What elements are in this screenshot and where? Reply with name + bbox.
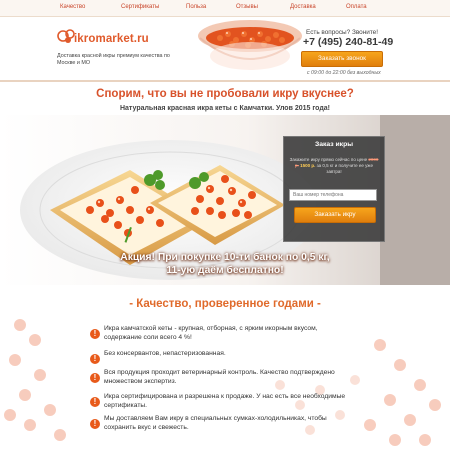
promo-line-1: Акция! При покупке 10-ти банок по 0,5 кг… <box>120 252 330 263</box>
exclamation-icon: ! <box>90 419 100 429</box>
feature-text: Мы доставляем Вам икру в специальных сум… <box>104 415 327 431</box>
logo-text[interactable]: ikromarket.ru <box>74 33 149 45</box>
phone-number[interactable]: +7 (495) 240-81-49 <box>303 36 393 48</box>
promo-line-2: 11-ую даём бесплатно! <box>166 265 284 276</box>
hero-headline: Спорим, что вы не пробовали икру вкуснее… <box>96 88 354 100</box>
desc-part1: Закажите икру прямо сейчас по цене <box>289 157 369 162</box>
nav-item-reviews[interactable]: Отзывы <box>236 4 258 10</box>
exclamation-icon: ! <box>90 354 100 364</box>
desc-part2: за 0,5 кг и получите ее уже завтра! <box>315 163 373 175</box>
nav-item-certificates[interactable]: Сертификаты <box>121 4 159 10</box>
contact-question: Есть вопросы? Звоните! <box>306 29 379 36</box>
hero-subheadline: Натуральная красная икра кеты с Камчатки… <box>119 105 331 112</box>
tagline: Доставка красной икры премиум качества п… <box>57 53 170 66</box>
order-call-button[interactable]: Заказать звонок <box>301 51 383 67</box>
feature-text: Без консервантов, непастеризованная. <box>104 350 226 357</box>
exclamation-icon: ! <box>90 329 100 339</box>
order-form-title: Заказ икры <box>314 141 354 148</box>
feature-item: ! Вся продукция проходит ветеринарный ко… <box>0 369 450 395</box>
feature-item: ! Мы доставляем Вам икру в специальных с… <box>0 415 450 441</box>
order-form: Заказ икры Закажите икру прямо сейчас по… <box>283 136 385 242</box>
exclamation-icon: ! <box>90 397 100 407</box>
nav-item-payment[interactable]: Оплата <box>346 4 367 10</box>
nav-item-quality[interactable]: Качество <box>60 4 85 10</box>
order-form-description: Закажите икру прямо сейчас по цене 2000 … <box>288 157 380 176</box>
nav-item-delivery[interactable]: Доставка <box>290 4 316 10</box>
exclamation-icon: ! <box>90 373 100 383</box>
header-divider <box>0 80 450 82</box>
top-nav: Качество Сертификаты Польза Отзывы Доста… <box>0 0 450 17</box>
promo-banner: Акция! При покупке 10-ти банок по 0,5 кг… <box>0 251 450 277</box>
phone-input[interactable] <box>289 189 377 201</box>
working-hours: с 09:00 до 22:00 без выходных <box>307 70 381 76</box>
nav-item-benefit[interactable]: Польза <box>186 4 206 10</box>
feature-text: Вся продукция проходит ветеринарный конт… <box>104 369 335 385</box>
new-price: 1500 р. <box>300 163 316 169</box>
feature-text: Икра сертифицирована и разрешена к прода… <box>104 393 346 409</box>
quality-title: - Качество, проверенное годами - <box>129 298 321 310</box>
feature-text: Икра камчатской кеты - крупная, отборная… <box>104 325 318 341</box>
order-caviar-button[interactable]: Заказать икру <box>294 207 376 223</box>
feature-item: ! Икра камчатской кеты - крупная, отборн… <box>0 325 450 351</box>
caviar-bowl-image <box>198 20 302 70</box>
